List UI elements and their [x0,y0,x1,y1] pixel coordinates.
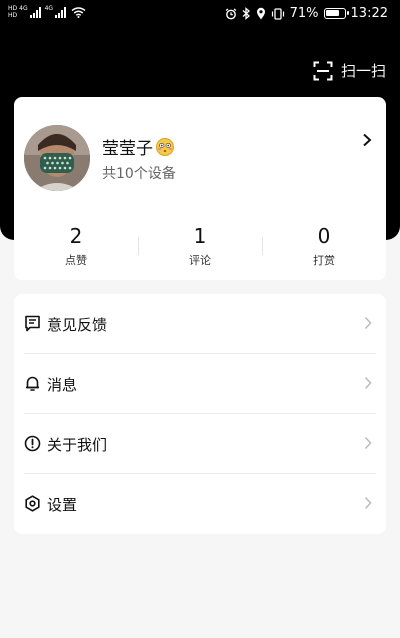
network-type-label: 4G [19,5,28,12]
status-bar: HD HD 4G 4G 71% 13:22 [0,0,400,28]
alarm-icon [225,8,236,19]
device-count: 共10个设备 [102,166,176,182]
avatar-image [24,125,90,191]
signal-icon [29,6,41,18]
menu-item-label: 关于我们 [47,436,108,454]
wifi-icon [71,6,86,18]
network-indicators: HD HD 4G 4G [8,5,86,19]
system-indicators: 71% 13:22 [225,6,388,21]
stat-value: 0 [317,224,331,248]
user-name-text: 莹莹子 [102,139,153,159]
stat-label: 点赞 [65,254,87,267]
chevron-right-icon [364,316,372,330]
profile-card: 莹莹子 共10个设备 2 点赞 1 评论 0 打赏 [14,97,386,280]
menu-item-label: 意见反馈 [47,316,108,334]
stat-likes[interactable]: 2 点赞 [14,223,138,273]
scan-label: 扫一扫 [340,62,386,80]
signal-icon-2 [55,6,67,18]
menu-card: 意见反馈 消息 关于我们 设置 [14,294,386,534]
bluetooth-icon [242,7,250,20]
menu-item-feedback[interactable]: 意见反馈 [14,294,386,354]
network-type-label-2: 4G [44,5,54,12]
vibrate-icon [271,7,284,20]
info-icon [24,435,41,452]
stat-value: 2 [69,224,83,248]
clock: 13:22 [350,6,388,21]
battery-percent: 71% [289,6,319,21]
menu-item-settings[interactable]: 设置 [14,474,386,534]
flushed-face-icon [156,137,174,156]
stat-value: 1 [193,224,207,248]
feedback-icon [25,315,40,332]
chevron-right-icon [364,496,372,510]
location-icon [256,7,265,20]
menu-item-label: 设置 [47,496,78,514]
stat-tips[interactable]: 0 打赏 [262,223,386,273]
stat-label: 打赏 [313,254,335,267]
battery-icon [323,8,349,19]
menu-item-about[interactable]: 关于我们 [14,414,386,474]
avatar[interactable] [24,125,90,191]
chevron-right-icon [364,436,372,450]
profile-chevron-icon[interactable] [362,133,372,147]
stats-row: 2 点赞 1 评论 0 打赏 [14,223,386,273]
menu-item-label: 消息 [47,376,78,394]
settings-icon [25,495,40,512]
scan-icon [313,61,333,80]
stat-label: 评论 [189,254,211,267]
scan-button[interactable]: 扫一扫 [313,60,386,81]
chevron-right-icon [364,376,372,390]
user-name[interactable]: 莹莹子 [102,134,175,159]
menu-item-messages[interactable]: 消息 [14,354,386,414]
stat-comments[interactable]: 1 评论 [138,223,262,273]
hd-tag: HD HD [8,5,18,19]
bell-icon [26,376,39,391]
